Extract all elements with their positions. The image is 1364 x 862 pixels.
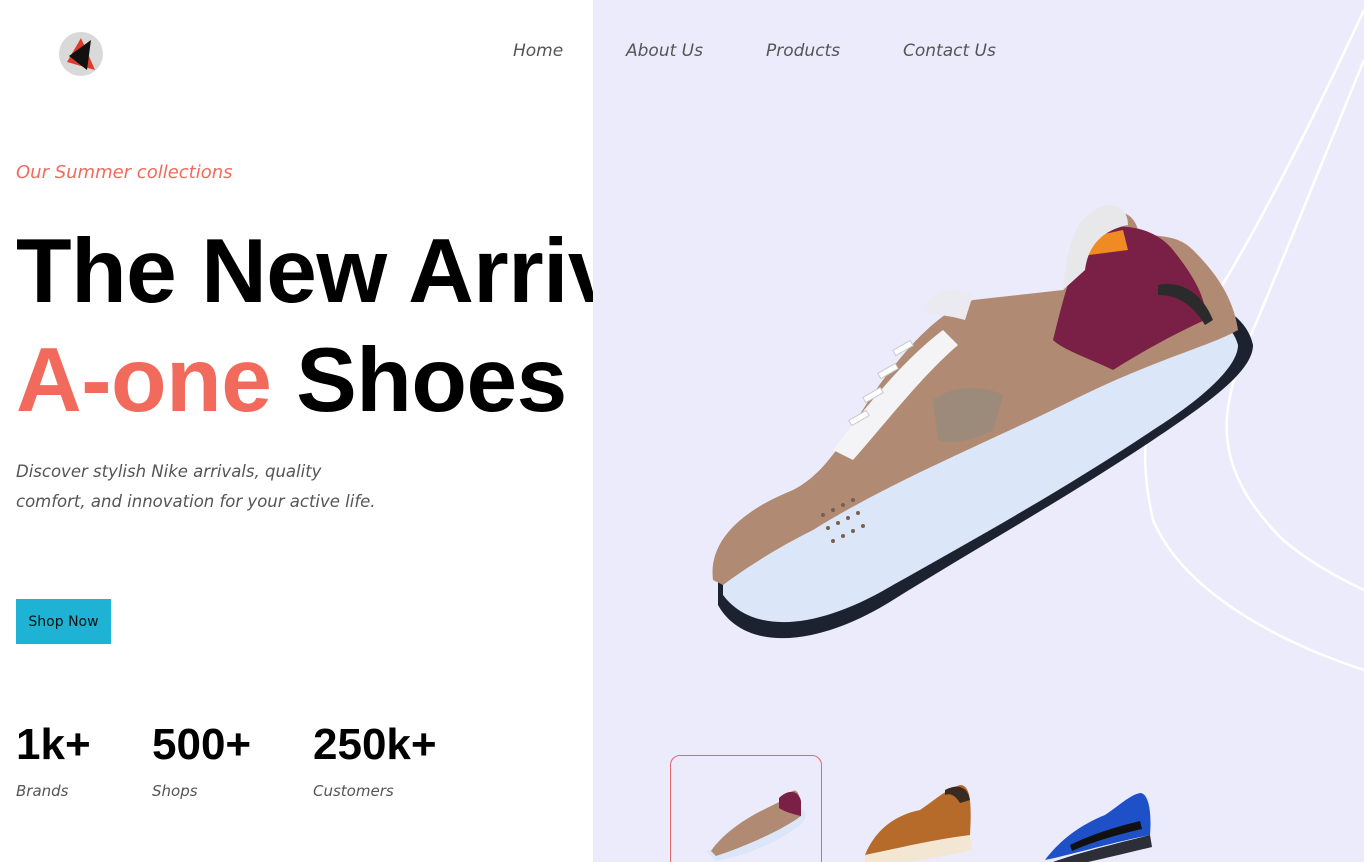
hero-sneaker-image — [712, 205, 1253, 639]
hero-title-rest: Shoes — [296, 330, 567, 431]
blue-sneaker-icon — [1045, 793, 1152, 862]
shop-now-button[interactable]: Shop Now — [16, 599, 111, 644]
stat-label: Brands — [16, 782, 69, 800]
stat-value: 1k+ — [16, 720, 91, 769]
hero-title-line2: A-one Shoes — [16, 331, 567, 431]
hero-text-column: Our Summer collections The New Arrival A… — [0, 0, 593, 862]
brown-sneaker-icon — [865, 785, 972, 862]
hero-kicker: Our Summer collections — [16, 162, 233, 183]
stat-label: Shops — [152, 782, 198, 800]
hero-title-line1: The New Arrival — [16, 221, 593, 322]
stat-value: 500+ — [152, 720, 252, 769]
thumbnail-beige-purple-sneaker[interactable] — [670, 755, 822, 862]
stat-customers: 250k+ Customers — [313, 720, 437, 800]
nav-link-home[interactable]: Home — [513, 41, 563, 61]
stat-shops: 500+ Shops — [152, 720, 251, 800]
stat-label: Customers — [313, 782, 394, 800]
hero-description: Discover stylish Nike arrivals, quality … — [16, 462, 376, 511]
nav-link-products[interactable]: Products — [766, 41, 840, 61]
brand-logo[interactable] — [59, 32, 103, 76]
hero-title-accent: A-one — [16, 330, 272, 431]
logo-triangle-icon — [67, 38, 95, 70]
stat-value: 250k+ — [313, 720, 437, 769]
thumbnail-brown-leather-sneaker[interactable] — [850, 755, 1000, 862]
nav-link-contact-us[interactable]: Contact Us — [903, 41, 996, 61]
stat-brands: 1k+ Brands — [16, 720, 91, 800]
hero-image-panel — [593, 0, 1364, 862]
thumbnail-blue-black-sneaker[interactable] — [1030, 755, 1180, 862]
nav-link-about-us[interactable]: About Us — [626, 41, 703, 61]
beige-purple-sneaker-icon — [706, 790, 806, 861]
